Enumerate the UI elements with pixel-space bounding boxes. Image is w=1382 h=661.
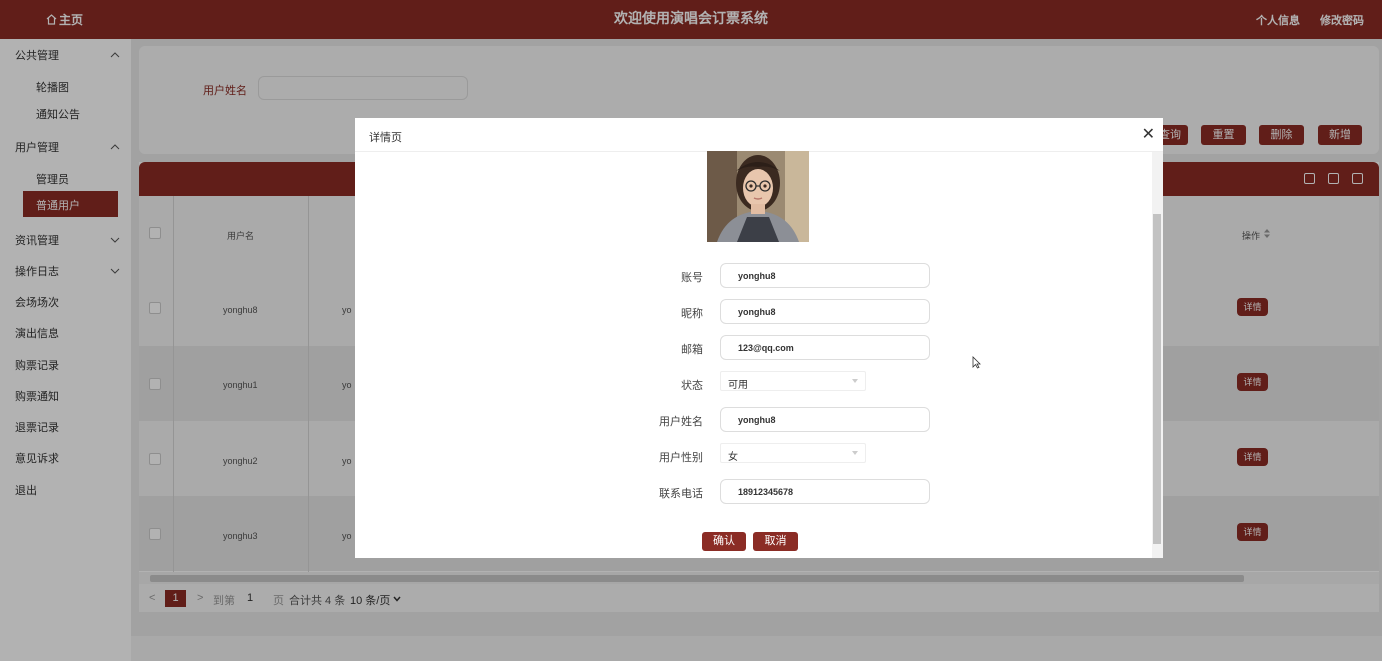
detail-dialog: 详情页 ✕ 账号 yonghu8 昵称 yonghu8 邮箱 123@qq.co…	[355, 118, 1163, 558]
field-label-phone: 联系电话	[659, 488, 703, 500]
vertical-scrollbar[interactable]	[1152, 152, 1163, 558]
field-label-gender: 用户性别	[659, 452, 703, 464]
gender-select[interactable]: 女	[720, 443, 866, 463]
nickname-field[interactable]: yonghu8	[720, 299, 930, 324]
field-label-email: 邮箱	[681, 344, 703, 356]
cancel-button[interactable]: 取消	[753, 532, 798, 551]
status-select[interactable]: 可用	[720, 371, 866, 391]
mouse-cursor-icon	[972, 356, 981, 369]
confirm-button[interactable]: 确认	[702, 532, 746, 551]
field-label-nickname: 昵称	[681, 308, 703, 320]
account-field[interactable]: yonghu8	[720, 263, 930, 288]
field-label-status: 状态	[681, 380, 703, 392]
phone-field[interactable]: 18912345678	[720, 479, 930, 504]
user-avatar	[707, 151, 809, 242]
chevron-down-icon	[852, 451, 858, 455]
vertical-scrollbar-thumb[interactable]	[1153, 214, 1161, 544]
name-field[interactable]: yonghu8	[720, 407, 930, 432]
dialog-title: 详情页	[369, 132, 402, 144]
gender-value: 女	[728, 452, 738, 463]
email-field[interactable]: 123@qq.com	[720, 335, 930, 360]
field-label-name: 用户姓名	[659, 416, 703, 428]
avatar-image	[707, 151, 809, 242]
field-label-account: 账号	[681, 272, 703, 284]
status-value: 可用	[728, 380, 748, 391]
chevron-down-icon	[852, 379, 858, 383]
close-icon[interactable]: ✕	[1142, 124, 1155, 144]
